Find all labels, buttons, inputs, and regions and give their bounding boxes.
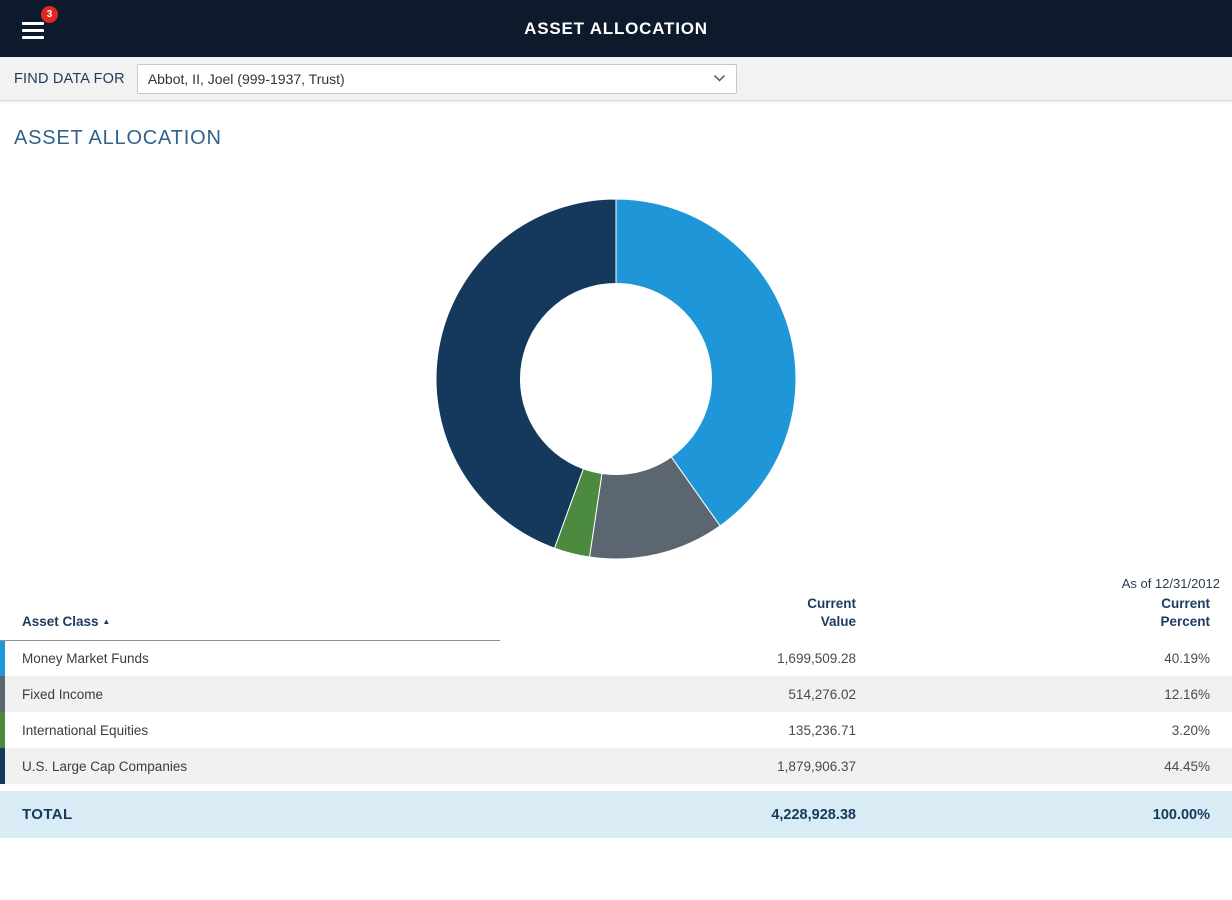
main-content: ASSET ALLOCATION As of 12/31/2012 Asset …: [0, 127, 1232, 838]
current-value-cell: 1,699,509.28: [500, 640, 856, 676]
table-header-row: Asset Class ▲ Current Value Current Perc…: [0, 595, 1232, 640]
table-row[interactable]: Fixed Income 514,276.02 12.16%: [0, 676, 1232, 712]
app-window: 3 ASSET ALLOCATION FIND DATA FOR Abbot, …: [0, 0, 1232, 838]
donut-chart: [435, 198, 797, 560]
table-row[interactable]: U.S. Large Cap Companies 1,879,906.37 44…: [0, 748, 1232, 784]
asset-class-header[interactable]: Asset Class ▲: [0, 595, 500, 640]
asset-class-cell-wrap: International Equities: [0, 712, 500, 748]
row-color-indicator: [0, 641, 5, 677]
asset-class-cell: International Equities: [22, 723, 148, 738]
current-percent-cell: 40.19%: [856, 640, 1232, 676]
find-data-bar: FIND DATA FOR Abbot, II, Joel (999-1937,…: [0, 57, 1232, 101]
asset-class-cell: Fixed Income: [22, 687, 103, 702]
notification-badge: 3: [41, 6, 58, 23]
current-value-cell: 1,879,906.37: [500, 748, 856, 784]
current-value-cell: 135,236.71: [500, 712, 856, 748]
top-app-bar: 3 ASSET ALLOCATION: [0, 0, 1232, 57]
asset-class-cell-wrap: Money Market Funds: [0, 640, 500, 676]
asset-class-cell-wrap: U.S. Large Cap Companies: [0, 748, 500, 784]
total-label: TOTAL: [0, 806, 500, 823]
current-percent-cell: 12.16%: [856, 676, 1232, 712]
asset-class-cell-wrap: Fixed Income: [0, 676, 500, 712]
row-color-indicator: [0, 676, 5, 712]
sort-ascending-icon: ▲: [102, 617, 110, 626]
current-percent-header[interactable]: Current Percent: [856, 595, 1232, 640]
current-value-header[interactable]: Current Value: [500, 595, 856, 640]
app-title: ASSET ALLOCATION: [524, 19, 708, 39]
total-value: 4,228,928.38: [500, 807, 856, 823]
asset-class-header-label: Asset Class: [22, 614, 99, 629]
row-color-indicator: [0, 712, 5, 748]
asset-class-cell: Money Market Funds: [22, 651, 149, 666]
menu-button[interactable]: 3: [14, 6, 64, 52]
row-color-indicator: [0, 748, 5, 784]
asset-table-body: Money Market Funds 1,699,509.28 40.19% F…: [0, 640, 1232, 784]
page-heading: ASSET ALLOCATION: [14, 127, 1232, 150]
total-percent: 100.00%: [856, 807, 1232, 823]
current-percent-cell: 44.45%: [856, 748, 1232, 784]
table-row[interactable]: International Equities 135,236.71 3.20%: [0, 712, 1232, 748]
asset-class-cell: U.S. Large Cap Companies: [22, 759, 187, 774]
total-row: TOTAL 4,228,928.38 100.00%: [0, 791, 1232, 838]
account-select-value: Abbot, II, Joel (999-1937, Trust): [148, 71, 705, 87]
current-percent-cell: 3.20%: [856, 712, 1232, 748]
table-row[interactable]: Money Market Funds 1,699,509.28 40.19%: [0, 640, 1232, 676]
chart-container: [0, 198, 1232, 560]
find-data-label: FIND DATA FOR: [14, 71, 125, 87]
chevron-down-icon: [713, 74, 726, 83]
account-select[interactable]: Abbot, II, Joel (999-1937, Trust): [137, 64, 737, 94]
as-of-date: As of 12/31/2012: [0, 576, 1232, 591]
hamburger-icon: [22, 22, 44, 39]
asset-allocation-table: Asset Class ▲ Current Value Current Perc…: [0, 595, 1232, 784]
current-value-cell: 514,276.02: [500, 676, 856, 712]
